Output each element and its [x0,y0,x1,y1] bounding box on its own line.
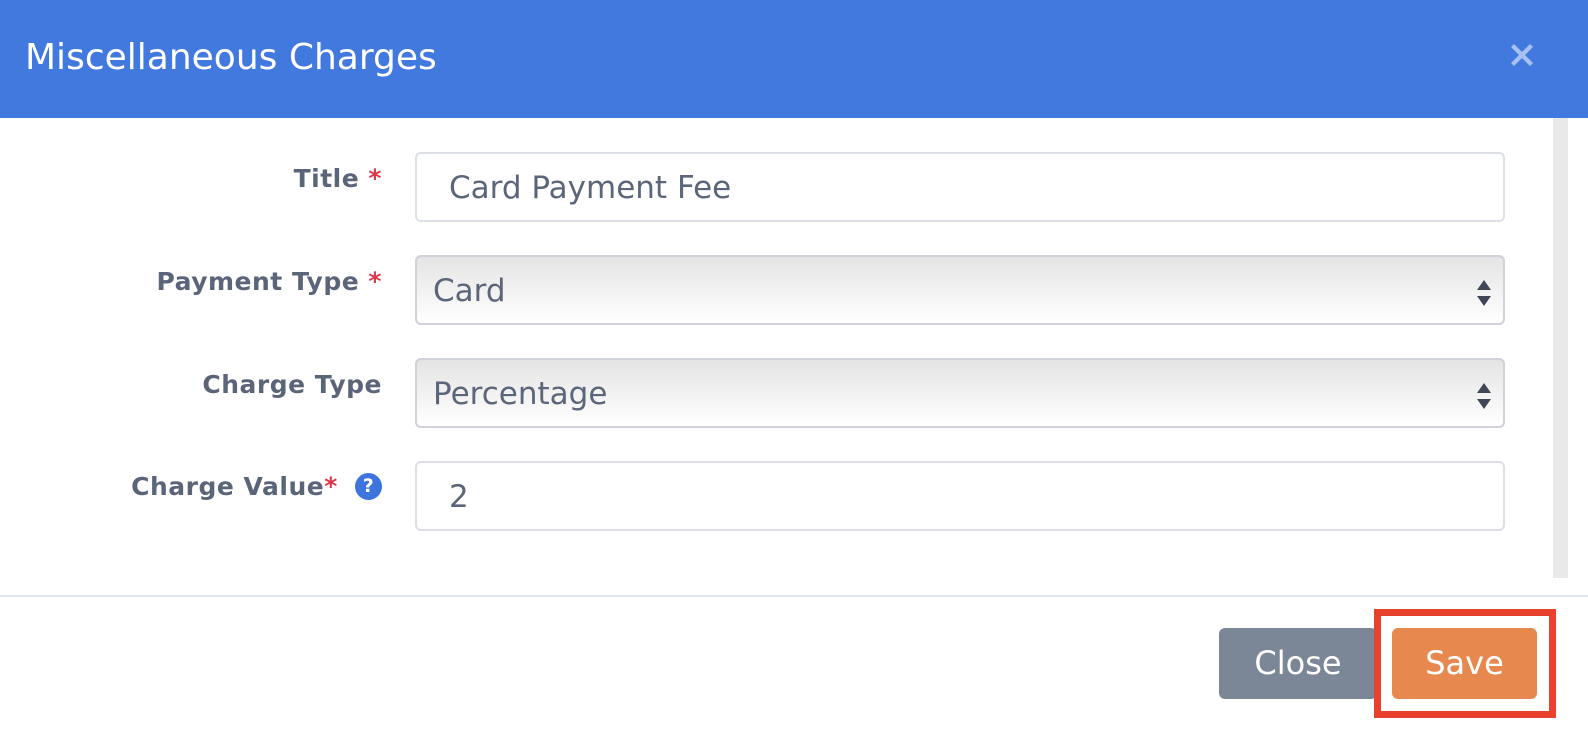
charge-value-input[interactable]: 2 [415,461,1505,531]
modal-header: Miscellaneous Charges [0,0,1588,118]
title-label-text: Title [293,164,360,193]
charge-type-select[interactable]: Percentage [415,358,1505,428]
close-button[interactable]: Close [1219,628,1377,699]
misc-charges-modal: Miscellaneous Charges Title * Card Payme… [0,0,1588,738]
close-x-icon[interactable] [1505,38,1539,72]
select-arrows-icon [1477,383,1491,409]
question-circle-icon[interactable]: ? [355,472,382,500]
select-arrows-icon [1477,280,1491,306]
title-input[interactable]: Card Payment Fee [415,152,1505,222]
charge-type-label: Charge Type [202,369,382,401]
charge-value-label-text: Charge Value [131,472,325,501]
payment-type-label: Payment Type * [156,266,382,298]
payment-type-label-text: Payment Type [156,267,360,296]
title-label: Title * [294,163,382,195]
charge-type-selected: Percentage [433,376,608,412]
required-asterisk: * [324,472,338,501]
modal-title: Miscellaneous Charges [25,37,437,78]
footer-divider [0,595,1588,597]
required-asterisk: * [368,267,382,296]
save-button[interactable]: Save [1392,628,1537,699]
title-input-value: Card Payment Fee [449,170,732,206]
required-asterisk: * [368,164,382,193]
charge-value-label: Charge Value* ? [131,471,382,503]
charge-type-label-text: Charge Type [202,370,382,399]
payment-type-selected: Card [433,273,506,309]
payment-type-select[interactable]: Card [415,255,1505,325]
charge-value-input-value: 2 [449,479,469,515]
modal-scrollbar[interactable] [1553,118,1568,578]
